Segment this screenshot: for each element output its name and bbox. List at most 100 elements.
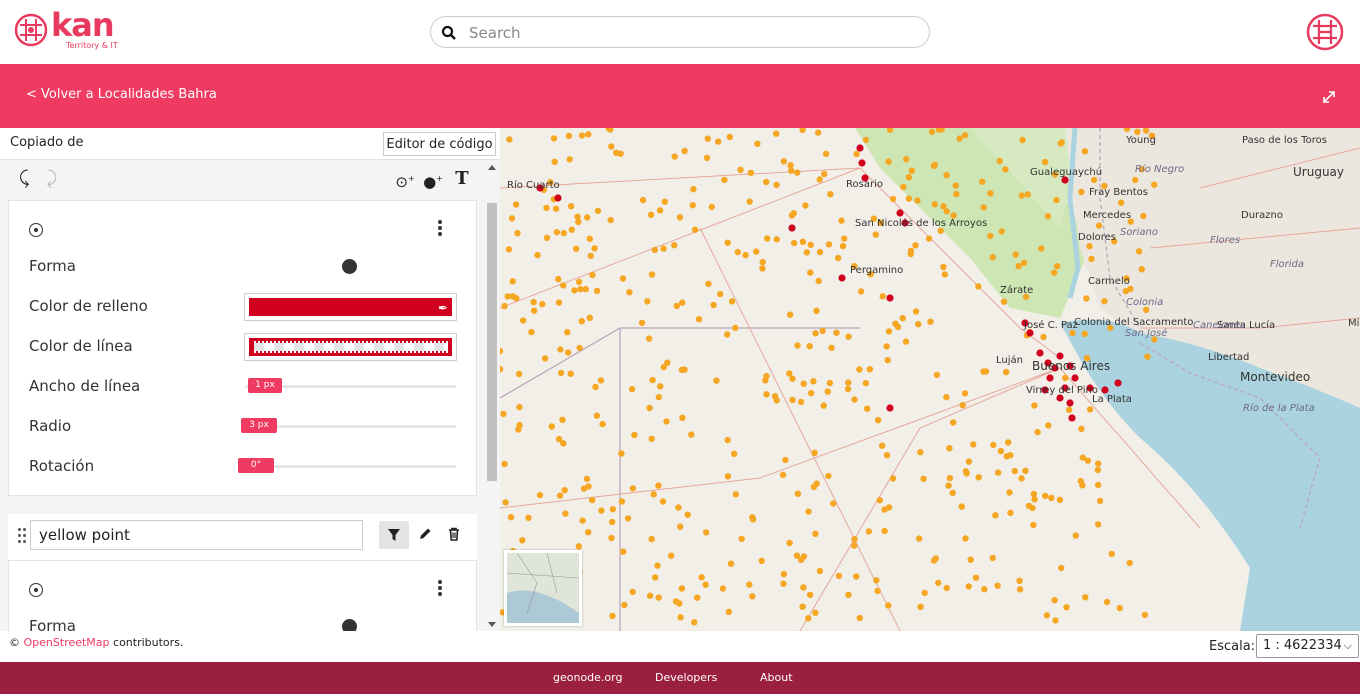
locality-point[interactable]: [780, 580, 787, 587]
locality-point[interactable]: [1018, 192, 1025, 199]
locality-point[interactable]: [560, 229, 567, 237]
locality-point[interactable]: [1045, 422, 1052, 429]
locality-point[interactable]: [624, 515, 632, 522]
locality-point[interactable]: [980, 204, 987, 211]
line-color-picker[interactable]: [244, 333, 457, 361]
locality-point[interactable]: [530, 298, 537, 306]
locality-point[interactable]: [1151, 181, 1158, 188]
locality-point[interactable]: [652, 574, 659, 581]
locality-point[interactable]: [982, 368, 990, 375]
locality-point[interactable]: [639, 196, 647, 204]
locality-point[interactable]: [727, 560, 735, 567]
locality-point[interactable]: [585, 483, 592, 490]
locality-point[interactable]: [620, 548, 627, 555]
locality-point[interactable]: [907, 250, 914, 258]
edit-pencil-icon[interactable]: [417, 526, 433, 542]
locality-point[interactable]: [719, 585, 727, 592]
locality-point[interactable]: [582, 285, 589, 293]
locality-point[interactable]: [646, 335, 653, 342]
locality-point[interactable]: [819, 327, 826, 335]
locality-point[interactable]: [1135, 248, 1143, 255]
locality-point[interactable]: [1051, 269, 1058, 276]
locality-point[interactable]: [599, 420, 606, 428]
locality-point[interactable]: [845, 333, 852, 340]
locality-point[interactable]: [567, 203, 575, 210]
locality-point[interactable]: [691, 619, 698, 626]
locality-point[interactable]: [1012, 251, 1019, 258]
rotation-value[interactable]: 0°: [238, 458, 274, 473]
locality-point[interactable]: [917, 449, 924, 456]
locality-point[interactable]: [812, 330, 819, 337]
locality-point[interactable]: [557, 346, 564, 353]
locality-point[interactable]: [905, 195, 913, 202]
locality-point[interactable]: [763, 178, 770, 186]
locality-point[interactable]: [787, 162, 794, 169]
locality-point[interactable]: [943, 208, 950, 215]
locality-point-highlighted[interactable]: [1068, 414, 1076, 422]
locality-point[interactable]: [1041, 158, 1049, 166]
locality-point[interactable]: [925, 235, 933, 242]
locality-point[interactable]: [568, 226, 575, 233]
locality-point[interactable]: [519, 537, 526, 544]
locality-point[interactable]: [865, 528, 872, 535]
locality-point[interactable]: [1000, 298, 1008, 305]
locality-point[interactable]: [575, 543, 582, 550]
locality-point[interactable]: [780, 570, 788, 578]
locality-point[interactable]: [677, 523, 684, 530]
locality-point[interactable]: [555, 275, 562, 283]
fill-color-picker[interactable]: ✒: [244, 293, 457, 321]
locality-point[interactable]: [565, 132, 573, 140]
locality-point[interactable]: [1101, 298, 1108, 305]
locality-point[interactable]: [943, 393, 950, 401]
locality-point-highlighted[interactable]: [1036, 349, 1044, 357]
locality-point[interactable]: [1095, 222, 1103, 229]
locality-point[interactable]: [885, 602, 892, 609]
locality-point[interactable]: [1079, 454, 1086, 461]
locality-point[interactable]: [816, 248, 824, 256]
locality-point[interactable]: [996, 157, 1003, 165]
locality-point[interactable]: [851, 542, 858, 549]
locality-point[interactable]: [571, 287, 578, 294]
locality-point[interactable]: [902, 338, 910, 345]
rule-name-input[interactable]: [30, 520, 363, 550]
locality-point[interactable]: [548, 423, 555, 430]
locality-point[interactable]: [979, 178, 986, 185]
locality-point[interactable]: [742, 251, 749, 259]
locality-point[interactable]: [578, 132, 586, 139]
locality-point[interactable]: [824, 388, 831, 395]
locality-point[interactable]: [587, 252, 594, 260]
locality-point[interactable]: [655, 482, 662, 489]
locality-point[interactable]: [879, 442, 886, 449]
locality-point[interactable]: [807, 269, 814, 276]
locality-point[interactable]: [609, 506, 616, 513]
locality-point[interactable]: [631, 431, 638, 439]
locality-point[interactable]: [638, 319, 646, 326]
locality-point[interactable]: [788, 212, 796, 219]
locality-point[interactable]: [555, 435, 563, 443]
locality-point[interactable]: [815, 277, 822, 285]
locality-point[interactable]: [1082, 594, 1089, 601]
locality-point[interactable]: [789, 375, 796, 382]
locality-point[interactable]: [1056, 496, 1064, 503]
locality-point[interactable]: [509, 293, 517, 300]
locality-point[interactable]: [845, 591, 852, 598]
locality-point[interactable]: [885, 328, 893, 335]
locality-point[interactable]: [807, 389, 815, 397]
locality-point[interactable]: [885, 158, 892, 165]
locality-point[interactable]: [946, 445, 953, 452]
locality-point[interactable]: [856, 366, 863, 373]
locality-point[interactable]: [1094, 466, 1102, 474]
locality-point[interactable]: [841, 235, 848, 242]
locality-point[interactable]: [754, 140, 761, 147]
locality-point[interactable]: [1108, 550, 1115, 558]
locality-point[interactable]: [1078, 188, 1085, 196]
locality-point[interactable]: [725, 608, 733, 615]
locality-point[interactable]: [786, 370, 793, 377]
rule-menu-icon[interactable]: [437, 579, 443, 597]
locality-point[interactable]: [1020, 259, 1028, 266]
locality-point[interactable]: [965, 583, 972, 590]
locality-point[interactable]: [617, 150, 624, 157]
locality-point[interactable]: [679, 299, 686, 306]
locality-point[interactable]: [827, 191, 834, 198]
locality-point[interactable]: [676, 600, 683, 607]
